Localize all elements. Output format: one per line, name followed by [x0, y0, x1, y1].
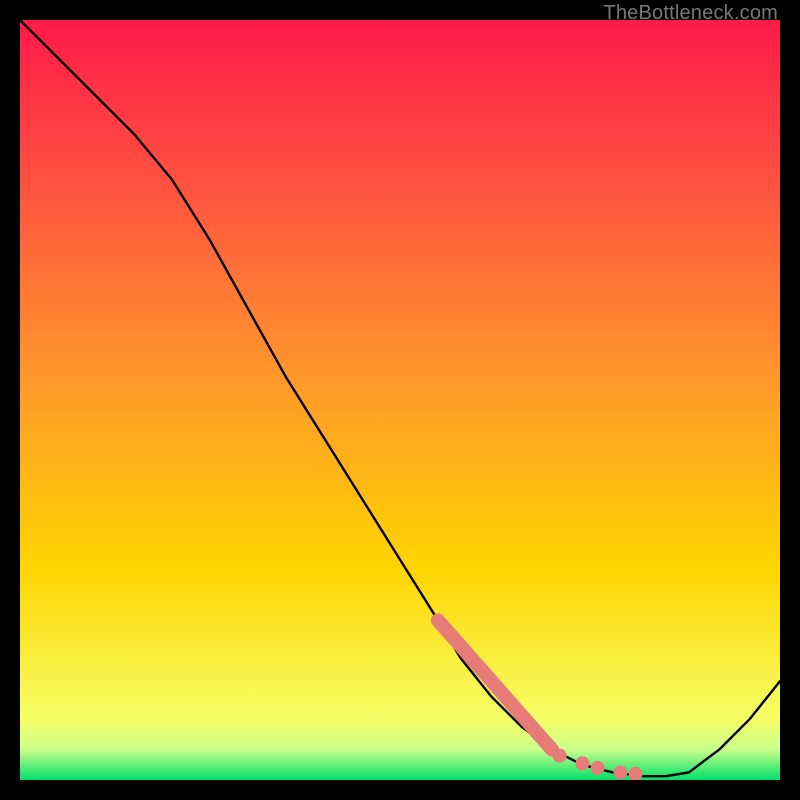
chart-svg [20, 20, 780, 780]
highlight-dot [553, 749, 567, 763]
highlight-dot [575, 756, 589, 770]
chart-frame [20, 20, 780, 780]
highlight-dot [591, 761, 605, 775]
highlight-dot [613, 765, 627, 779]
watermark-text: TheBottleneck.com [603, 2, 778, 25]
